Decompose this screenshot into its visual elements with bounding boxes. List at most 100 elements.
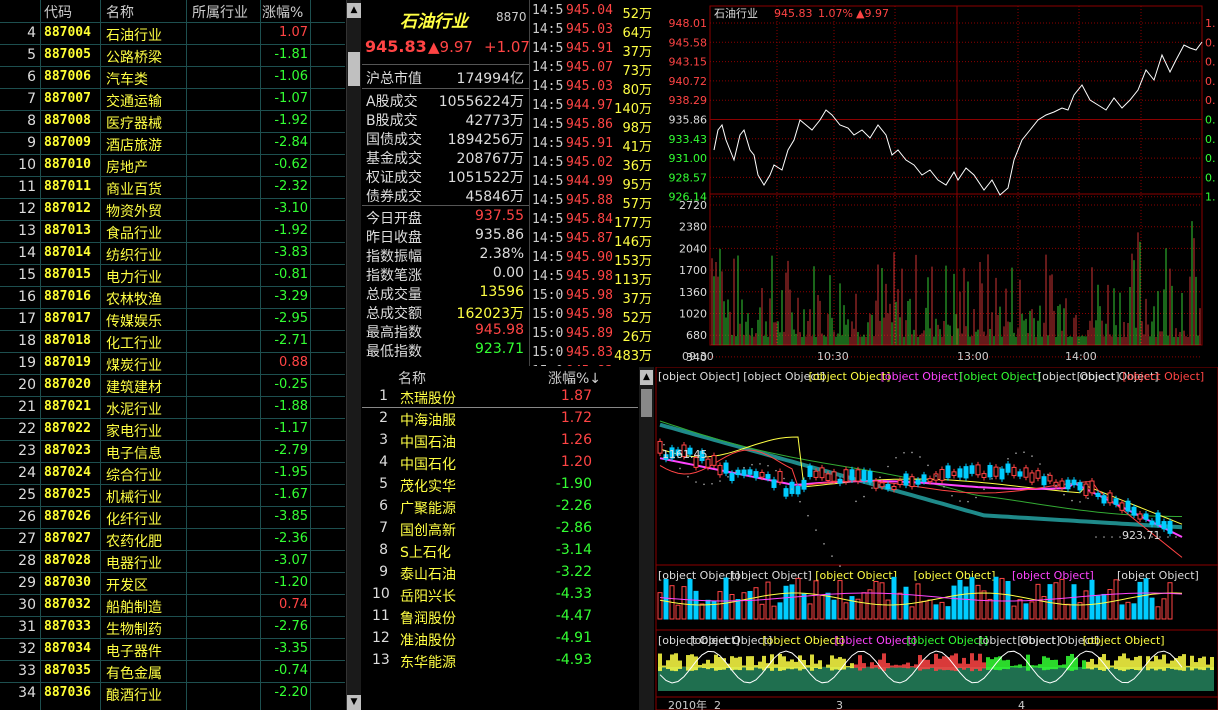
volume-bar xyxy=(939,601,945,620)
sector-row[interactable]: 6 887006 汽车类 -1.06 xyxy=(0,66,345,88)
constituent-row[interactable]: 6 广聚能源 -2.26 xyxy=(362,496,638,518)
sector-row[interactable]: 22 887022 家电行业 -1.17 xyxy=(0,418,345,440)
sector-row[interactable]: 4 887004 石油行业 1.07 xyxy=(0,22,345,44)
pct-tick-label: 0. xyxy=(1205,94,1216,107)
volume-bar xyxy=(891,576,897,620)
sector-row[interactable]: 27 887027 农药化肥 -2.36 xyxy=(0,528,345,550)
sector-row[interactable]: 26 887026 化纤行业 -3.85 xyxy=(0,506,345,528)
volume-bar xyxy=(1059,578,1065,620)
tick-volume: 26万 xyxy=(622,330,652,345)
wr-bar xyxy=(1006,659,1010,670)
constituent-row[interactable]: 9 泰山石油 -3.22 xyxy=(362,562,638,584)
sector-row[interactable]: 28 887028 电器行业 -3.07 xyxy=(0,550,345,572)
sector-row[interactable]: 16 887016 农林牧渔 -3.29 xyxy=(0,286,345,308)
sector-row[interactable]: 17 887017 传媒娱乐 -2.95 xyxy=(0,308,345,330)
volume-bar xyxy=(993,576,999,620)
header-industry[interactable]: 所属行业 xyxy=(192,2,248,22)
stat-row: 总成交量 13596 xyxy=(366,284,526,303)
row-index: 28 xyxy=(18,553,36,569)
constituent-index: 12 xyxy=(372,630,390,646)
sector-row[interactable]: 24 887024 综合行业 -1.95 xyxy=(0,462,345,484)
row-change: -3.07 xyxy=(274,553,308,568)
sar-dot xyxy=(823,543,825,545)
scroll-thumb[interactable] xyxy=(348,52,360,86)
scroll-up-icon[interactable]: ▲ xyxy=(640,370,653,385)
volume-bar xyxy=(747,590,753,620)
sector-row[interactable]: 15 887015 电力行业 -0.81 xyxy=(0,264,345,286)
sector-row[interactable]: 31 887033 生物制药 -2.76 xyxy=(0,616,345,638)
volume-tick-label: 1360 xyxy=(679,286,707,299)
sector-row[interactable]: 13 887013 食品行业 -1.92 xyxy=(0,220,345,242)
constituent-row[interactable]: 5 茂化实华 -1.90 xyxy=(362,474,638,496)
tick-time: 14:5 xyxy=(532,212,564,227)
constituent-row[interactable]: 2 中海油服 1.72 xyxy=(362,408,638,430)
scroll-thumb[interactable] xyxy=(641,389,652,417)
sector-table-scrollbar[interactable]: ▲ ▼ xyxy=(346,0,361,710)
sector-row[interactable]: 32 887034 电子器件 -3.35 xyxy=(0,638,345,660)
row-change: -2.32 xyxy=(274,179,308,194)
stocks-header-name[interactable]: 名称 xyxy=(398,368,426,388)
volume-value: 1894256万 xyxy=(447,132,524,148)
candle-body xyxy=(1029,472,1035,483)
sector-row[interactable]: 19 887019 煤炭行业 0.88 xyxy=(0,352,345,374)
row-name: 化工行业 xyxy=(106,336,162,352)
tick-row: 15:0 945.98 52万 xyxy=(532,307,654,326)
tick-row: 14:5 945.07 73万 xyxy=(532,60,654,79)
row-change: -0.62 xyxy=(274,157,308,172)
stat-row: 指数振幅 2.38% xyxy=(366,246,526,265)
row-index: 32 xyxy=(18,641,36,657)
kline-chart[interactable]: [object Object] [object Object][object Ob… xyxy=(654,367,1218,710)
sector-row[interactable]: 5 887005 公路桥梁 -1.81 xyxy=(0,44,345,66)
stat-row: 今日开盘 937.55 xyxy=(366,208,526,227)
sector-row[interactable]: 7 887007 交通运输 -1.07 xyxy=(0,88,345,110)
header-name[interactable]: 名称 xyxy=(106,2,134,22)
sector-row[interactable]: 29 887030 开发区 -1.20 xyxy=(0,572,345,594)
constituent-row[interactable]: 11 鲁润股份 -4.47 xyxy=(362,606,638,628)
wr-bar xyxy=(874,664,878,668)
sar-dot xyxy=(711,482,713,485)
intraday-chart[interactable]: 948.01 1. 945.58 0. 943.15 0. 940.72 0. 938.29 0.… xyxy=(654,0,1218,367)
sector-row[interactable]: 21 887021 水泥行业 -1.88 xyxy=(0,396,345,418)
sector-row[interactable]: 34 887036 酿酒行业 -2.20 xyxy=(0,682,345,704)
constituent-scrollbar[interactable]: ▲ xyxy=(639,367,654,710)
sector-row[interactable]: 25 887025 机械行业 -1.67 xyxy=(0,484,345,506)
sar-dot xyxy=(871,487,873,489)
scroll-down-icon[interactable]: ▼ xyxy=(347,695,361,710)
scroll-up-icon[interactable]: ▲ xyxy=(347,3,361,18)
sector-row[interactable]: 23 887023 电子信息 -2.79 xyxy=(0,440,345,462)
sector-row[interactable]: 33 887035 有色金属 -0.74 xyxy=(0,660,345,682)
sector-row[interactable]: 18 887018 化工行业 -2.71 xyxy=(0,330,345,352)
sector-row[interactable]: 14 887014 纺织行业 -3.83 xyxy=(0,242,345,264)
constituent-row[interactable]: 7 国创高新 -2.86 xyxy=(362,518,638,540)
wr-bar xyxy=(938,658,942,670)
sector-row[interactable]: 8 887008 医疗器械 -1.92 xyxy=(0,110,345,132)
row-index: 33 xyxy=(18,663,36,679)
row-change: -0.25 xyxy=(274,377,308,392)
sector-row[interactable]: 11 887011 商业百货 -2.32 xyxy=(0,176,345,198)
date-axis-label: 2 xyxy=(714,699,721,710)
candle-body xyxy=(981,473,987,478)
constituent-row[interactable]: 12 准油股份 -4.91 xyxy=(362,628,638,650)
volume-bar xyxy=(1053,582,1059,620)
constituent-row[interactable]: 3 中国石油 1.26 xyxy=(362,430,638,452)
candle-body xyxy=(1041,476,1047,486)
constituent-row[interactable]: 8 S上石化 -3.14 xyxy=(362,540,638,562)
header-change[interactable]: 涨幅% xyxy=(262,2,303,22)
sector-row[interactable]: 30 887032 船舶制造 0.74 xyxy=(0,594,345,616)
volume-bar xyxy=(861,592,867,620)
sector-row[interactable]: 20 887020 建筑建材 -0.25 xyxy=(0,374,345,396)
wr-bar xyxy=(1050,660,1054,670)
candle-body xyxy=(837,478,843,484)
sector-row[interactable]: 9 887009 酒店旅游 -2.84 xyxy=(0,132,345,154)
candle-body xyxy=(927,478,933,483)
sector-row[interactable]: 12 887012 物资外贸 -3.10 xyxy=(0,198,345,220)
constituent-row[interactable]: 10 岳阳兴长 -4.33 xyxy=(362,584,638,606)
stocks-header-change[interactable]: 涨幅%↓ xyxy=(548,368,601,388)
wr-bar xyxy=(714,654,718,671)
constituent-row[interactable]: 4 中国石化 1.20 xyxy=(362,452,638,474)
wr-bar xyxy=(1094,664,1098,668)
constituent-row[interactable]: 1 杰瑞股份 1.87 xyxy=(362,386,638,408)
constituent-row[interactable]: 13 东华能源 -4.93 xyxy=(362,650,638,672)
sector-row[interactable]: 10 887010 房地产 -0.62 xyxy=(0,154,345,176)
header-code[interactable]: 代码 xyxy=(44,2,72,22)
